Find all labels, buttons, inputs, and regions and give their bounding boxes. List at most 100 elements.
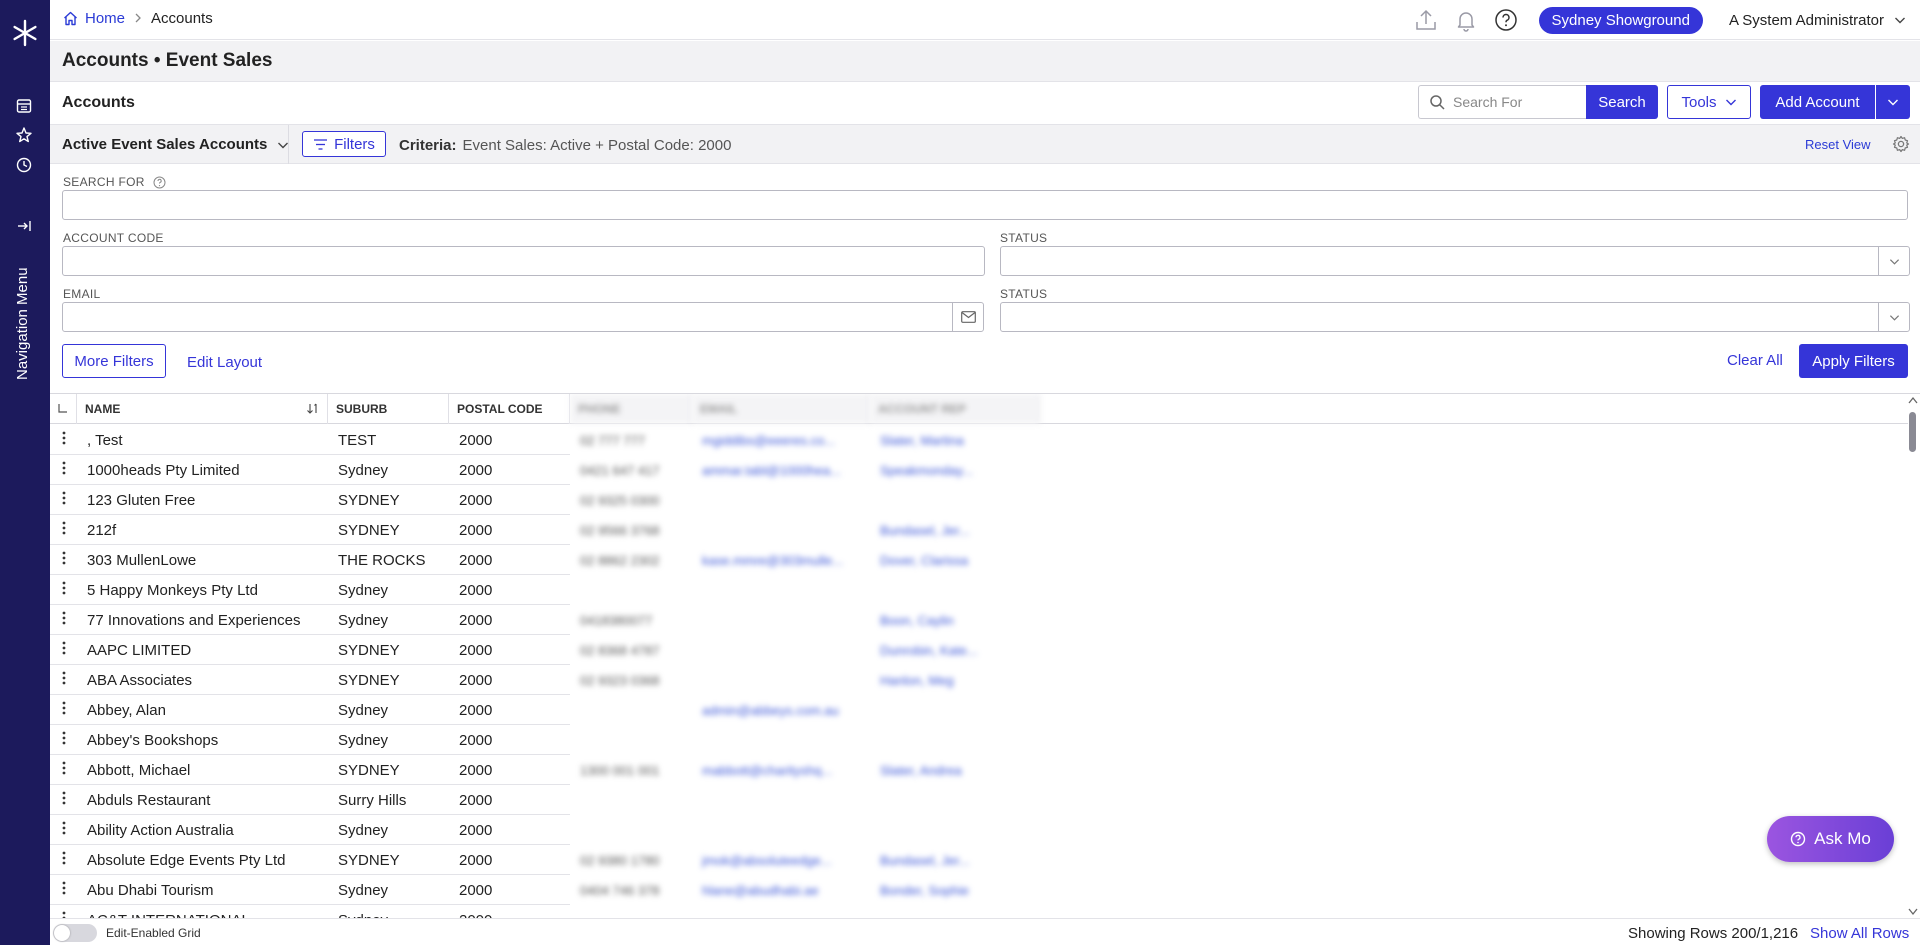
email-field[interactable] xyxy=(62,302,953,332)
cell-phone: 02 9325 0300 xyxy=(580,493,660,508)
status-dropdown-button-2[interactable] xyxy=(1878,302,1910,332)
tools-button[interactable]: Tools xyxy=(1667,85,1751,119)
cell-suburb: Sydney xyxy=(338,702,389,719)
row-menu-icon[interactable] xyxy=(62,851,66,868)
expand-icon[interactable] xyxy=(15,217,33,235)
edit-layout-link[interactable]: Edit Layout xyxy=(187,354,262,371)
row-menu-icon[interactable] xyxy=(62,791,66,808)
sort-icon[interactable] xyxy=(306,402,319,415)
row-menu-icon[interactable] xyxy=(62,641,66,658)
row-menu-icon[interactable] xyxy=(62,821,66,838)
filters-button[interactable]: Filters xyxy=(302,131,386,157)
status-select[interactable] xyxy=(1000,246,1880,276)
cell-suburb: SYDNEY xyxy=(338,852,400,869)
email-button[interactable] xyxy=(952,302,984,332)
cell-account-rep: Dunrobin, Kate... xyxy=(880,643,978,658)
status-select-2[interactable] xyxy=(1000,302,1880,332)
column-header-phone[interactable]: PHONE xyxy=(570,394,692,424)
row-menu-icon[interactable] xyxy=(62,911,66,918)
table-row[interactable]: Abu Dhabi Tourism Sydney 2000 xyxy=(50,875,570,905)
apply-filters-button[interactable]: Apply Filters xyxy=(1799,344,1908,378)
column-header-email[interactable]: EMAIL xyxy=(692,394,870,424)
select-all-checkbox[interactable] xyxy=(50,394,77,424)
cell-email: mabbott@charityshq... xyxy=(702,763,833,778)
star-icon[interactable] xyxy=(15,126,33,144)
column-header-suburb[interactable]: SUBURB xyxy=(328,394,449,424)
column-header-account-rep[interactable]: ACCOUNT REP xyxy=(870,394,1040,424)
ask-mo-button[interactable]: Ask Mo xyxy=(1767,816,1894,862)
gear-icon[interactable] xyxy=(1892,135,1910,153)
clock-icon[interactable] xyxy=(15,156,33,174)
status-dropdown-button[interactable] xyxy=(1878,246,1910,276)
row-menu-icon[interactable] xyxy=(62,461,66,478)
account-code-field[interactable] xyxy=(62,246,985,276)
table-row[interactable]: Ability Action Australia Sydney 2000 xyxy=(50,815,570,845)
row-menu-icon[interactable] xyxy=(62,581,66,598)
cell-suburb: Sydney xyxy=(338,732,389,749)
snowflake-logo-icon[interactable] xyxy=(10,18,40,48)
cell-suburb: Sydney xyxy=(338,462,389,479)
cell-suburb: SYDNEY xyxy=(338,642,400,659)
chevron-down-icon[interactable] xyxy=(1894,14,1906,26)
cell-suburb: Surry Hills xyxy=(338,792,407,809)
bell-icon[interactable] xyxy=(1453,7,1479,33)
clear-all-link[interactable]: Clear All xyxy=(1727,352,1783,369)
table-row[interactable]: 123 Gluten Free SYDNEY 2000 xyxy=(50,485,570,515)
row-menu-icon[interactable] xyxy=(62,521,66,538)
row-menu-icon[interactable] xyxy=(62,551,66,568)
row-menu-icon[interactable] xyxy=(62,671,66,688)
row-menu-icon[interactable] xyxy=(62,491,66,508)
cell-email: jmok@absoluteedge... xyxy=(702,853,832,868)
chevron-down-icon xyxy=(1889,314,1899,321)
table-row[interactable]: Abbott, Michael SYDNEY 2000 xyxy=(50,755,570,785)
upload-icon[interactable] xyxy=(1413,7,1439,33)
breadcrumb-home[interactable]: Home xyxy=(62,10,125,27)
row-menu-icon[interactable] xyxy=(62,881,66,898)
row-menu-icon[interactable] xyxy=(62,611,66,628)
navigation-menu-label[interactable]: Navigation Menu xyxy=(14,267,31,380)
add-account-menu-button[interactable] xyxy=(1876,85,1910,119)
view-selector[interactable]: Active Event Sales Accounts xyxy=(62,136,289,153)
table-row[interactable]: 77 Innovations and Experiences Sydney 2000 xyxy=(50,605,570,635)
row-menu-icon[interactable] xyxy=(62,761,66,778)
info-icon[interactable] xyxy=(153,176,166,189)
table-row[interactable]: 303 MullenLowe THE ROCKS 2000 xyxy=(50,545,570,575)
search-button[interactable]: Search xyxy=(1586,85,1658,119)
more-filters-button[interactable]: More Filters xyxy=(62,344,166,378)
edit-grid-toggle[interactable] xyxy=(53,924,97,942)
search-for-field[interactable] xyxy=(62,190,1908,220)
show-all-rows-link[interactable]: Show All Rows xyxy=(1810,925,1909,942)
column-header-name[interactable]: NAME xyxy=(77,394,328,424)
cell-phone: 02 9323 0368 xyxy=(580,673,660,688)
table-row[interactable]: Abduls Restaurant Surry Hills 2000 xyxy=(50,785,570,815)
envelope-icon xyxy=(960,311,976,323)
cell-phone: 02 777 777 xyxy=(580,433,646,448)
table-row[interactable]: 1000heads Pty Limited Sydney 2000 xyxy=(50,455,570,485)
table-row[interactable]: ABA Associates SYDNEY 2000 xyxy=(50,665,570,695)
column-header-postal-code[interactable]: POSTAL CODE xyxy=(449,394,570,424)
table-row[interactable]: , Test TEST 2000 xyxy=(50,425,570,455)
cell-account-rep: Hanlon, Meg xyxy=(880,673,954,688)
table-row[interactable]: Absolute Edge Events Pty Ltd SYDNEY 2000 xyxy=(50,845,570,875)
venue-badge[interactable]: Sydney Showground xyxy=(1538,6,1703,34)
search-input[interactable] xyxy=(1453,94,1581,110)
user-menu[interactable]: A System Administrator xyxy=(1729,12,1884,29)
grid-header: NAME SUBURB POSTAL CODE PHONE EMAIL ACCO… xyxy=(50,394,1908,424)
breadcrumb-home-label[interactable]: Home xyxy=(85,10,125,27)
row-menu-icon[interactable] xyxy=(62,431,66,448)
table-row[interactable]: Abbey's Bookshops Sydney 2000 xyxy=(50,725,570,755)
table-row[interactable]: 212f SYDNEY 2000 xyxy=(50,515,570,545)
table-row[interactable]: Abbey, Alan Sydney 2000 xyxy=(50,695,570,725)
vertical-scrollbar[interactable] xyxy=(1906,394,1920,918)
cell-name: Abu Dhabi Tourism xyxy=(87,882,214,899)
calendar-icon[interactable] xyxy=(15,97,33,115)
row-menu-icon[interactable] xyxy=(62,731,66,748)
row-menu-icon[interactable] xyxy=(62,701,66,718)
filter-icon xyxy=(314,138,328,150)
table-row[interactable]: 5 Happy Monkeys Pty Ltd Sydney 2000 xyxy=(50,575,570,605)
table-row[interactable]: AAPC LIMITED SYDNEY 2000 xyxy=(50,635,570,665)
reset-view-link[interactable]: Reset View xyxy=(1805,137,1871,152)
help-icon[interactable] xyxy=(1493,7,1519,33)
add-account-button[interactable]: Add Account xyxy=(1760,85,1875,119)
table-row[interactable]: AC&T INTERNATIONALSydney2000 xyxy=(50,905,570,918)
